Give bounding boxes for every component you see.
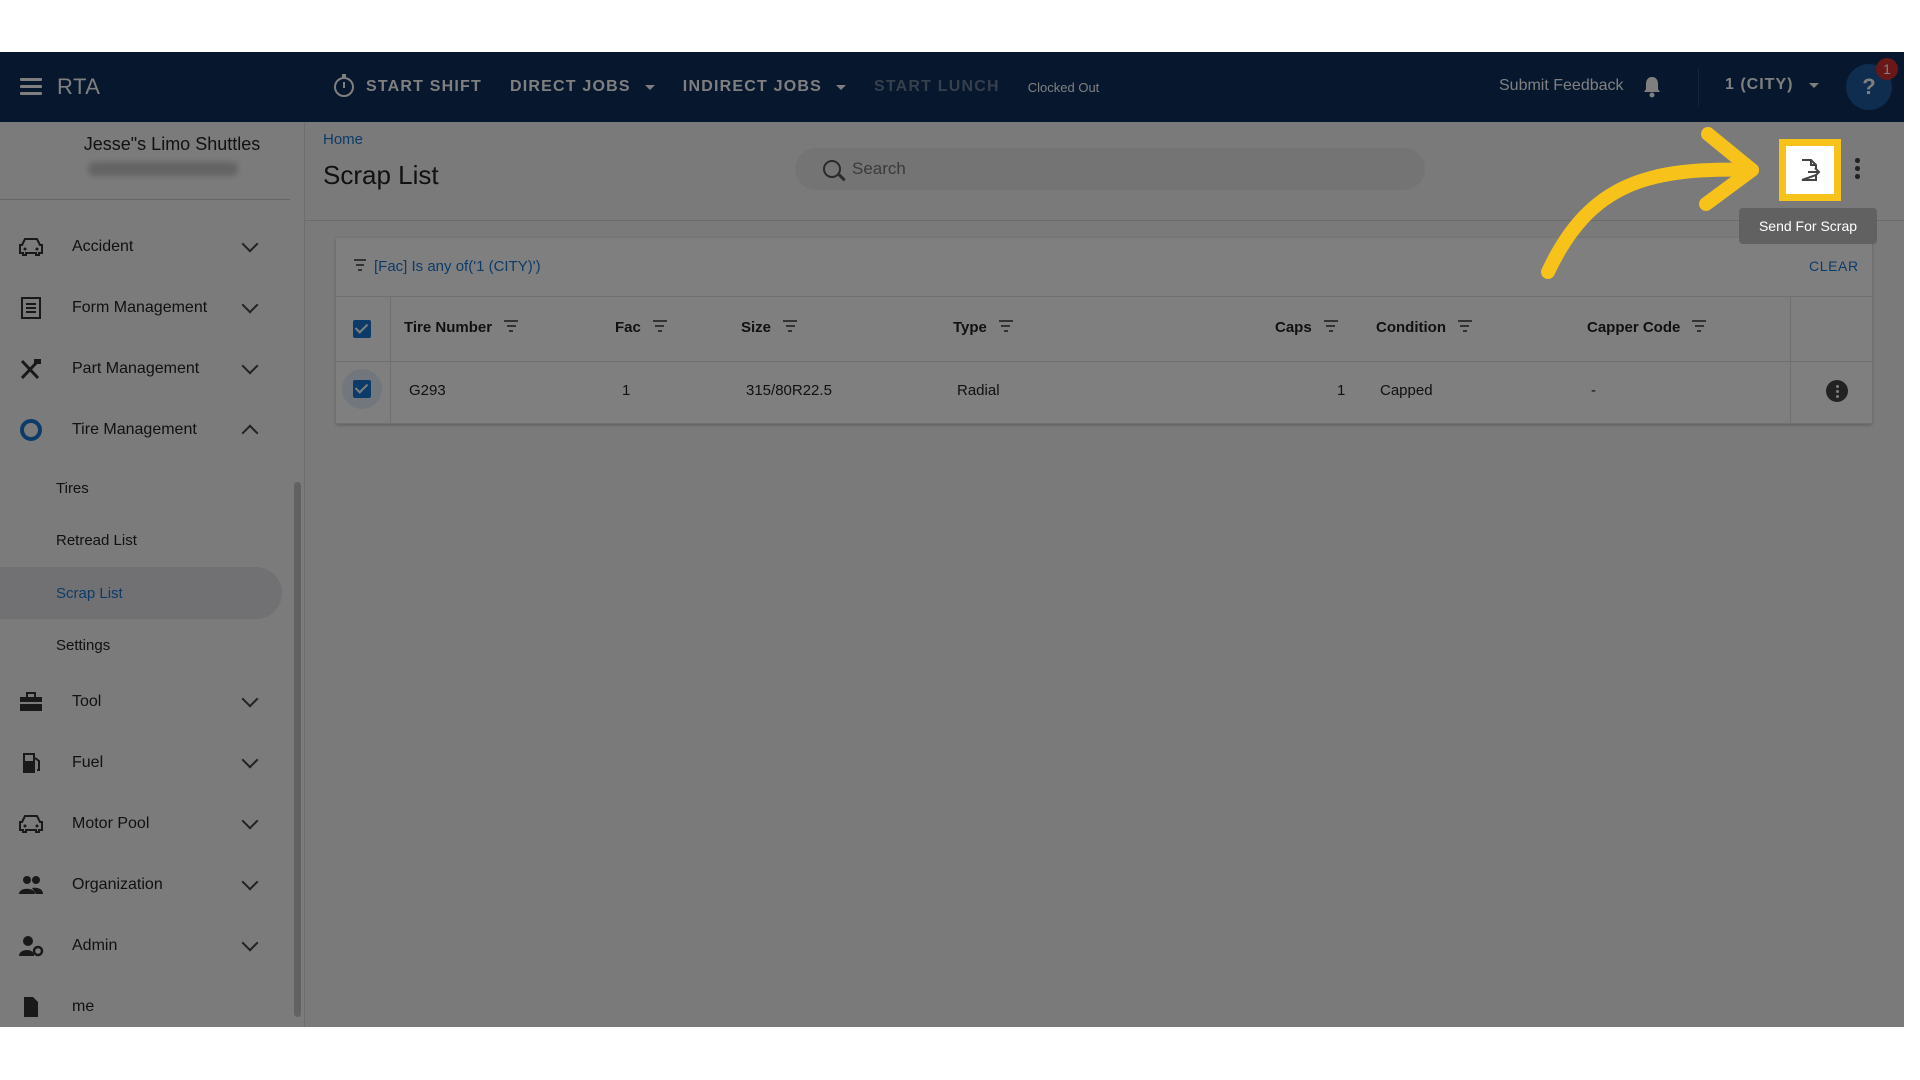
tutorial-arrow-icon bbox=[1541, 127, 1759, 279]
app-window: RTA START SHIFT DIRECT JOBS INDIRECT JOB… bbox=[0, 52, 1904, 1027]
